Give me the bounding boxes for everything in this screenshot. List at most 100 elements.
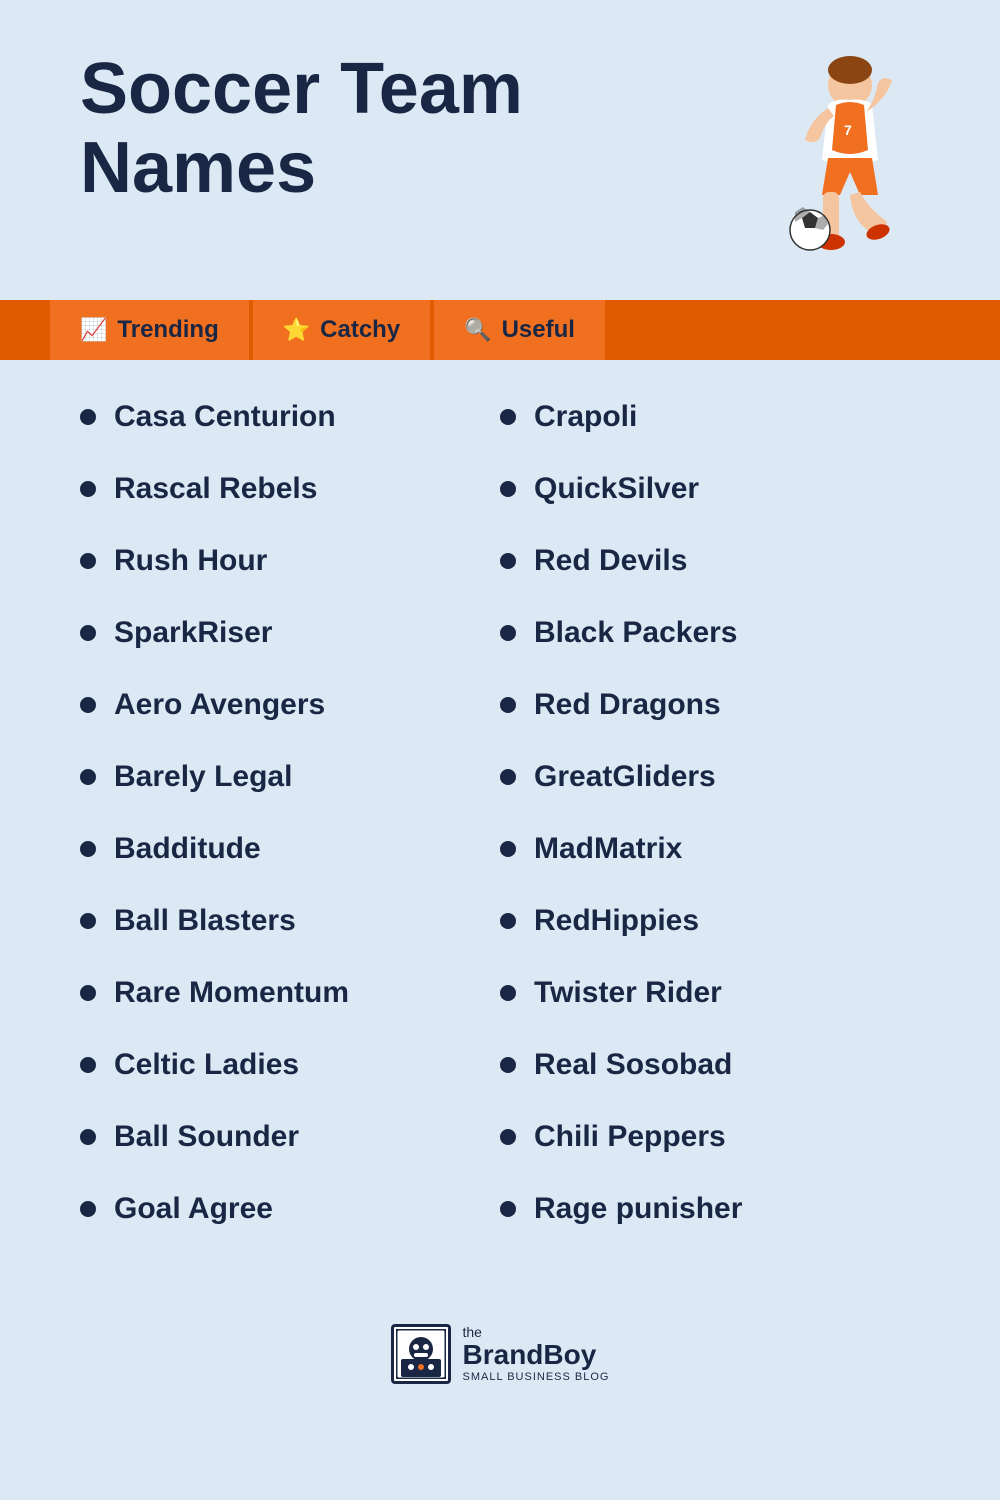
team-name: MadMatrix: [534, 832, 682, 866]
team-name: Rush Hour: [114, 544, 267, 578]
bullet-icon: [80, 481, 96, 497]
header: Soccer Team Names 7: [0, 0, 1000, 300]
team-name: Barely Legal: [114, 760, 292, 794]
bullet-icon: [500, 841, 516, 857]
bullet-icon: [80, 409, 96, 425]
bullet-icon: [80, 913, 96, 929]
brand-sub-text: SMALL BUSINESS BLOG: [463, 1371, 610, 1383]
catchy-icon: ⭐: [283, 317, 310, 343]
bullet-icon: [80, 985, 96, 1001]
bullet-icon: [500, 985, 516, 1001]
team-name: Aero Avengers: [114, 688, 325, 722]
bullet-icon: [80, 1057, 96, 1073]
team-name: Chili Peppers: [534, 1120, 726, 1154]
useful-icon: 🔍: [464, 317, 491, 343]
tab-trending-label: Trending: [117, 316, 218, 344]
team-name: Rage punisher: [534, 1192, 742, 1226]
team-name: Casa Centurion: [114, 400, 336, 434]
list-item: Red Devils: [500, 544, 920, 578]
page-wrapper: Soccer Team Names 7: [0, 0, 1000, 1500]
team-name: Red Devils: [534, 544, 687, 578]
team-name: Red Dragons: [534, 688, 721, 722]
list-item: Rare Momentum: [80, 976, 500, 1010]
list-item: Rush Hour: [80, 544, 500, 578]
list-item: Chili Peppers: [500, 1120, 920, 1154]
page-title: Soccer Team Names: [80, 50, 720, 208]
list-item: MadMatrix: [500, 832, 920, 866]
list-item: RedHippies: [500, 904, 920, 938]
list-item: Rascal Rebels: [80, 472, 500, 506]
team-name: SparkRiser: [114, 616, 272, 650]
list-item: Twister Rider: [500, 976, 920, 1010]
team-name: GreatGliders: [534, 760, 716, 794]
team-name: Rascal Rebels: [114, 472, 317, 506]
left-list: Casa Centurion Rascal Rebels Rush Hour Spar…: [80, 400, 500, 1264]
list-item: Red Dragons: [500, 688, 920, 722]
bullet-icon: [500, 625, 516, 641]
list-item: Black Packers: [500, 616, 920, 650]
bullet-icon: [500, 1057, 516, 1073]
tab-catchy[interactable]: ⭐ Catchy: [253, 300, 430, 360]
svg-text:7: 7: [844, 122, 852, 138]
brand-name-text: BrandBoy: [463, 1340, 610, 1371]
team-name: QuickSilver: [534, 472, 699, 506]
bullet-icon: [80, 625, 96, 641]
bullet-icon: [500, 913, 516, 929]
tab-trending[interactable]: 📈 Trending: [50, 300, 249, 360]
list-item: Aero Avengers: [80, 688, 500, 722]
brand-logo: [391, 1324, 451, 1384]
nav-left-accent: [0, 300, 50, 360]
main-content: Casa Centurion Rascal Rebels Rush Hour Spar…: [0, 360, 1000, 1304]
team-name: Rare Momentum: [114, 976, 349, 1010]
list-item: Ball Blasters: [80, 904, 500, 938]
list-item: Real Sosobad: [500, 1048, 920, 1082]
bullet-icon: [500, 1201, 516, 1217]
list-columns: Casa Centurion Rascal Rebels Rush Hour Spar…: [80, 400, 920, 1264]
list-item: Rage punisher: [500, 1192, 920, 1226]
team-name: RedHippies: [534, 904, 699, 938]
tab-catchy-label: Catchy: [320, 316, 400, 344]
list-item: Goal Agree: [80, 1192, 500, 1226]
bullet-icon: [500, 697, 516, 713]
brand-the-text: the: [463, 1325, 610, 1340]
team-name: Celtic Ladies: [114, 1048, 299, 1082]
footer: the BrandBoy SMALL BUSINESS BLOG: [0, 1304, 1000, 1414]
bullet-icon: [500, 481, 516, 497]
right-list: Crapoli QuickSilver Red Devils Black Packer…: [500, 400, 920, 1264]
list-item: Barely Legal: [80, 760, 500, 794]
player-illustration: 7: [720, 40, 920, 280]
bullet-icon: [80, 1201, 96, 1217]
brand-text-block: the BrandBoy SMALL BUSINESS BLOG: [463, 1325, 610, 1383]
team-name: Crapoli: [534, 400, 637, 434]
title-block: Soccer Team Names: [80, 50, 720, 208]
tab-useful[interactable]: 🔍 Useful: [434, 300, 605, 360]
trending-icon: 📈: [80, 317, 107, 343]
tab-useful-label: Useful: [502, 316, 575, 344]
team-name: Badditude: [114, 832, 261, 866]
bullet-icon: [80, 841, 96, 857]
bullet-icon: [500, 409, 516, 425]
bullet-icon: [80, 697, 96, 713]
bullet-icon: [500, 553, 516, 569]
list-item: Celtic Ladies: [80, 1048, 500, 1082]
bullet-icon: [80, 769, 96, 785]
bullet-icon: [500, 769, 516, 785]
bullet-icon: [80, 1129, 96, 1145]
list-item: GreatGliders: [500, 760, 920, 794]
list-item: SparkRiser: [80, 616, 500, 650]
list-item: Casa Centurion: [80, 400, 500, 434]
team-name: Ball Blasters: [114, 904, 296, 938]
nav-right-accent: [609, 300, 1000, 360]
list-item: Ball Sounder: [80, 1120, 500, 1154]
list-item: Badditude: [80, 832, 500, 866]
team-name: Goal Agree: [114, 1192, 273, 1226]
bullet-icon: [500, 1129, 516, 1145]
list-item: Crapoli: [500, 400, 920, 434]
bullet-icon: [80, 553, 96, 569]
list-item: QuickSilver: [500, 472, 920, 506]
team-name: Real Sosobad: [534, 1048, 732, 1082]
nav-tabs: 📈 Trending ⭐ Catchy 🔍 Useful: [0, 300, 1000, 360]
team-name: Twister Rider: [534, 976, 722, 1010]
team-name: Black Packers: [534, 616, 738, 650]
team-name: Ball Sounder: [114, 1120, 299, 1154]
